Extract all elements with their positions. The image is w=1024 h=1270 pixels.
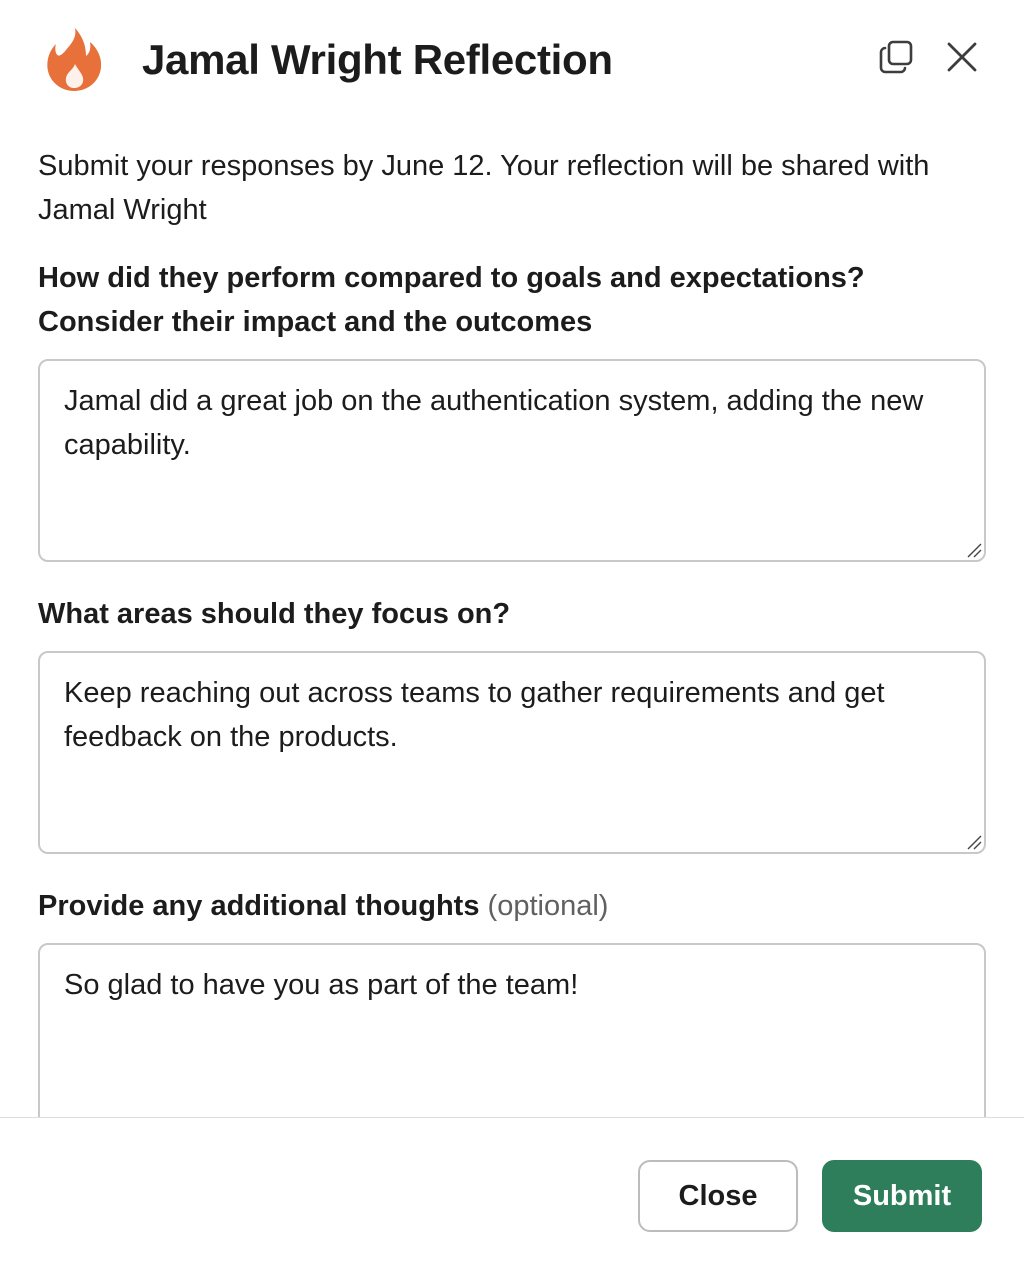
submit-button[interactable]: Submit bbox=[822, 1160, 982, 1232]
flame-icon bbox=[44, 26, 104, 92]
performance-textarea-value: Jamal did a great job on the authenticat… bbox=[64, 385, 924, 461]
focus-areas-textarea-value: Keep reaching out across teams to gather… bbox=[64, 677, 885, 753]
modal-body: Submit your responses by June 12. Your r… bbox=[0, 122, 1024, 1117]
additional-thoughts-textarea-value: So glad to have you as part of the team! bbox=[64, 969, 579, 1001]
modal-title: Jamal Wright Reflection bbox=[142, 36, 613, 83]
performance-textarea[interactable]: Jamal did a great job on the authenticat… bbox=[38, 359, 986, 562]
close-button[interactable]: Close bbox=[638, 1160, 798, 1232]
intro-text: Submit your responses by June 12. Your r… bbox=[38, 150, 930, 226]
optional-tag: (optional) bbox=[487, 890, 609, 922]
reflection-modal: Jamal Wright Reflection Submit your resp… bbox=[0, 0, 1024, 1270]
question-label-additional-thoughts: Provide any additional thoughts (optiona… bbox=[38, 884, 988, 928]
modal-header: Jamal Wright Reflection bbox=[0, 0, 1024, 122]
modal-footer: Close Submit bbox=[0, 1117, 1024, 1270]
popout-window-icon bbox=[878, 39, 914, 80]
close-modal-button[interactable] bbox=[941, 38, 983, 80]
resize-handle-icon[interactable] bbox=[966, 834, 982, 850]
close-icon bbox=[945, 40, 979, 79]
popout-button[interactable] bbox=[875, 38, 917, 80]
question-label-performance: How did they perform compared to goals a… bbox=[38, 262, 865, 338]
question-label-focus-areas: What areas should they focus on? bbox=[38, 598, 511, 630]
focus-areas-textarea[interactable]: Keep reaching out across teams to gather… bbox=[38, 651, 986, 854]
additional-thoughts-label-text: Provide any additional thoughts bbox=[38, 890, 480, 922]
resize-handle-icon[interactable] bbox=[966, 542, 982, 558]
additional-thoughts-textarea[interactable]: So glad to have you as part of the team! bbox=[38, 943, 986, 1117]
